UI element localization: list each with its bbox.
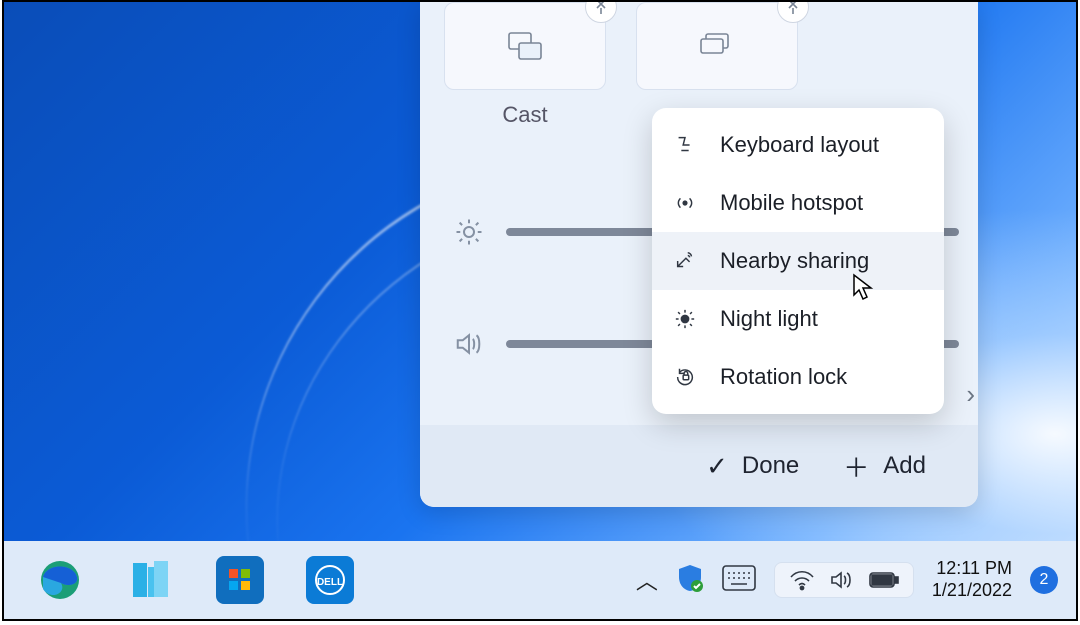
nearby-sharing-icon [672,250,698,272]
menu-item-label: Nearby sharing [720,248,869,274]
edge-icon[interactable] [36,556,84,604]
menu-item-label: Night light [720,306,818,332]
menu-item-label: Mobile hotspot [720,190,863,216]
cast-tile-label: Cast [444,102,606,128]
menu-item-rotation-lock[interactable]: Rotation lock [652,348,944,406]
taskbar-clock[interactable]: 12:11 PM 1/21/2022 [932,558,1012,601]
menu-item-keyboard-layout[interactable]: Keyboard layout [652,116,944,174]
add-label: Add [883,452,926,480]
svg-text:DELL: DELL [317,577,343,588]
speaker-icon [829,569,855,591]
brightness-icon [454,217,484,247]
menu-item-mobile-hotspot[interactable]: Mobile hotspot [652,174,944,232]
rotation-lock-icon [672,366,698,388]
network-volume-battery-tray[interactable] [774,562,914,598]
volume-expand-icon[interactable]: › [966,379,975,410]
microsoft-store-icon[interactable] [216,556,264,604]
taskbar-system-tray: ︿ 12:11 PM 1/21/2022 2 [636,558,1058,601]
check-icon: ✓ [706,451,728,482]
notifications-badge[interactable]: 2 [1030,566,1058,594]
notifications-count: 2 [1040,571,1049,589]
menu-item-label: Rotation lock [720,364,847,390]
taskbar-pinned-apps: DELL [36,556,354,604]
unpin-project-button[interactable] [777,0,809,23]
files-app-icon[interactable] [126,556,174,604]
add-button[interactable]: ＋ Add [843,448,926,485]
night-light-icon [672,308,698,330]
clock-time: 12:11 PM [932,558,1012,580]
menu-item-label: Keyboard layout [720,132,879,158]
unpin-cast-button[interactable] [585,0,617,23]
quick-settings-tiles [444,2,954,102]
dell-app-icon[interactable]: DELL [306,556,354,604]
menu-item-nearby-sharing[interactable]: Nearby sharing [652,232,944,290]
done-label: Done [742,452,799,480]
window-frame: Cast › ✓ Done ＋ Add Keyboard [2,0,1078,621]
tray-overflow-icon[interactable]: ︿ [636,564,658,596]
volume-icon [454,329,484,359]
touch-keyboard-icon[interactable] [722,565,756,596]
done-button[interactable]: ✓ Done [706,451,799,482]
quick-settings-bottom-bar: ✓ Done ＋ Add [420,425,978,507]
project-tile[interactable] [636,2,798,90]
keyboard-layout-icon [672,134,698,156]
taskbar: DELL ︿ 12:11 PM 1/21/2022 2 [4,541,1076,619]
windows-security-icon[interactable] [676,563,704,598]
battery-icon [869,571,899,589]
wifi-icon [789,569,815,591]
plus-icon: ＋ [843,448,869,485]
add-menu: Keyboard layout Mobile hotspot Nearby sh… [652,108,944,414]
clock-date: 1/21/2022 [932,580,1012,602]
cast-tile[interactable] [444,2,606,90]
menu-item-night-light[interactable]: Night light [652,290,944,348]
hotspot-icon [672,192,698,214]
